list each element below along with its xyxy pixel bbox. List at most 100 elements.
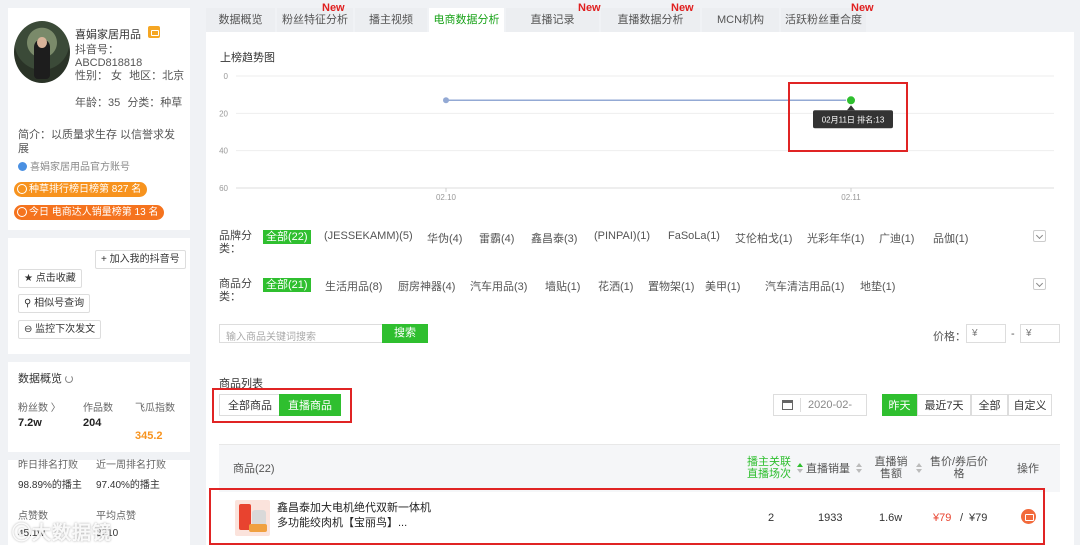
product-filter-item-0[interactable]: 全部(21) xyxy=(263,278,311,292)
favorite-button[interactable]: ★ 点击收藏 xyxy=(18,269,82,288)
monitor-button[interactable]: ⊖ 监控下次发文 xyxy=(18,320,102,339)
price-min-input[interactable]: ¥ xyxy=(966,324,1006,343)
watermark-logo-icon: ⓒ xyxy=(12,523,33,544)
seg-live-products[interactable]: 直播商品 xyxy=(279,394,341,416)
brand-filter-item-3[interactable]: 雷霸(4) xyxy=(479,230,514,246)
price-slash: / xyxy=(960,512,964,524)
sort-desc-icon[interactable] xyxy=(916,469,922,473)
tab-0[interactable]: 数据概览 xyxy=(206,8,275,32)
col-live-amount[interactable]: 直播销售额 xyxy=(870,456,912,480)
profile-panel: 喜娟家居用品 抖音号： ABCD818818 性别： 女 地区：北京 年龄：35… xyxy=(8,8,190,545)
date-value: 2020-02- xyxy=(808,399,853,411)
table-row[interactable]: 鑫昌泰加大电机绝代双新一体机 多功能绞肉机【宝丽鸟】... 2 1933 1.6… xyxy=(219,492,1060,545)
tooltip-arrow xyxy=(847,105,855,111)
product-filter-label: 商品分类： xyxy=(219,278,252,303)
brand-filter-item-4[interactable]: 鑫昌泰(3) xyxy=(531,230,577,246)
brand-filter-item-8[interactable]: 光彩年华(1) xyxy=(807,230,864,246)
profile-category: 分类：种草 xyxy=(127,97,183,109)
search-input[interactable]: 输入商品关键词搜索 xyxy=(219,324,383,343)
beat-day-label: 昨日排名打败 xyxy=(18,460,78,471)
rank-badge-grass[interactable]: 种草排行榜日榜第 827 名 xyxy=(14,182,148,197)
sort-asc-icon[interactable] xyxy=(856,463,862,467)
range-button-0[interactable]: 昨天 xyxy=(882,394,917,416)
refresh-icon[interactable] xyxy=(65,375,73,383)
col-live-sales[interactable]: 直播销量 xyxy=(796,463,860,475)
product-name[interactable]: 鑫昌泰加大电机绝代双新一体机 多功能绞肉机【宝丽鸟】... xyxy=(277,501,437,531)
trend-chart: 0 20 40 60 02.10 02.11 02月11日 排名:13 xyxy=(219,72,1054,202)
product-filter-item-5[interactable]: 花洒(1) xyxy=(598,278,633,294)
product-list-title: 商品列表 xyxy=(219,378,263,390)
table-header: 商品(22) 播主关联直播场次 直播销量 直播销售额 售价/券后价格 操作 xyxy=(219,444,1060,492)
product-expand-icon[interactable] xyxy=(1033,278,1046,290)
sort-desc-icon[interactable] xyxy=(856,469,862,473)
data-point xyxy=(846,95,856,106)
beat-day-value: 98.89%的播主 xyxy=(18,480,82,491)
product-filter-row: 商品分类： 全部(21) 生活用品(8) 厨房神器(4) 汽车用品(3) 墙贴(1) 花洒… xyxy=(219,278,1060,308)
price-dash: - xyxy=(1011,328,1015,340)
profile-gender: 性别： 女 xyxy=(75,70,123,82)
rank-badge-ecommerce[interactable]: 今日 电商达人销量榜第 13 名 xyxy=(14,205,165,220)
profile-id: ABCD818818 xyxy=(75,57,143,69)
profile-name: 喜娟家居用品 xyxy=(75,29,141,41)
date-picker[interactable]: 2020-02- xyxy=(773,394,867,416)
tab-3[interactable]: 电商数据分析 xyxy=(429,8,504,32)
product-filter-item-7[interactable]: 美甲(1) xyxy=(705,278,740,294)
brand-filter-item-9[interactable]: 广迪(1) xyxy=(879,230,914,246)
profile-id-label: 抖音号： xyxy=(75,44,119,56)
tooltip-text: 02月11日 排名:13 xyxy=(822,114,885,124)
product-filter-item-6[interactable]: 置物架(1) xyxy=(648,278,694,294)
seg-all-products[interactable]: 全部商品 xyxy=(219,394,281,416)
product-filter-item-9[interactable]: 地垫(1) xyxy=(860,278,895,294)
brand-filter-label: 品牌分类： xyxy=(219,230,252,255)
product-filter-item-4[interactable]: 墙贴(1) xyxy=(545,278,580,294)
brand-filter-item-5[interactable]: (PINPAI)(1) xyxy=(594,230,650,242)
brand-filter-item-6[interactable]: FaSoLa(1) xyxy=(668,230,720,242)
works-label: 作品数 xyxy=(83,403,113,414)
range-button-2[interactable]: 全部 xyxy=(971,394,1008,416)
brand-filter-item-7[interactable]: 艾伦柏戈(1) xyxy=(735,230,792,246)
brand-filter-item-10[interactable]: 品伽(1) xyxy=(933,230,968,246)
shop-action-icon[interactable] xyxy=(1021,509,1036,524)
new-badge: New xyxy=(322,2,345,14)
add-my-button[interactable]: + 加入我的抖音号 xyxy=(95,250,186,269)
range-button-3[interactable]: 自定义 xyxy=(1008,394,1052,416)
x-tick-label: 02.11 xyxy=(841,193,861,202)
brand-expand-icon[interactable] xyxy=(1033,230,1046,242)
product-filter-item-2[interactable]: 厨房神器(4) xyxy=(398,278,455,294)
price-max-input[interactable]: ¥ xyxy=(1020,324,1060,343)
tab-6[interactable]: MCN机构 xyxy=(702,8,779,32)
related-sessions: 2 xyxy=(768,512,775,524)
verified-icon xyxy=(18,162,27,171)
brand-filter-item-0[interactable]: 全部(22) xyxy=(263,230,311,244)
product-filter-item-3[interactable]: 汽车用品(3) xyxy=(470,278,527,294)
fans-label[interactable]: 粉丝数 〉 xyxy=(18,403,61,415)
new-badge: New xyxy=(578,2,601,14)
main-panel: 上榜趋势图 0 20 40 60 02.10 02.11 02月11日 排名:13 品牌分类… xyxy=(206,32,1074,545)
live-amount: 1.6w xyxy=(879,512,903,524)
divider xyxy=(8,230,190,238)
profile-intro: 简介：以质量求生存 以信誉求发展 xyxy=(18,129,176,155)
search-button[interactable]: 搜索 xyxy=(382,324,428,343)
tab-2[interactable]: 播主视频 xyxy=(355,8,427,32)
live-sales: 1933 xyxy=(818,512,843,524)
similar-search-button[interactable]: ⚲ 相似号查询 xyxy=(18,294,91,313)
price-value: ¥79 xyxy=(933,512,952,524)
brand-filter-item-1[interactable]: (JESSEKAMM)(5) xyxy=(324,230,413,242)
col-price: 售价/券后价格 xyxy=(929,456,989,480)
y-tick-label: 0 xyxy=(224,72,229,81)
product-thumbnail[interactable] xyxy=(235,500,270,536)
range-button-1[interactable]: 最近7天 xyxy=(917,394,971,416)
coupon-price: ¥79 xyxy=(969,512,988,524)
col-related-sessions[interactable]: 播主关联直播场次 xyxy=(742,456,796,480)
profile-age-category: 年龄：35 分类：种草 xyxy=(75,97,185,110)
profile-region: 地区：北京 xyxy=(129,70,185,82)
avatar[interactable] xyxy=(14,21,70,83)
index-value: 345.2 xyxy=(135,430,163,442)
product-filter-item-8[interactable]: 汽车清洁用品(1) xyxy=(765,278,844,294)
brand-filter-item-2[interactable]: 华伪(4) xyxy=(427,230,462,246)
sort-asc-icon[interactable] xyxy=(916,463,922,467)
price-label: 价格： xyxy=(933,331,966,343)
rank-icon xyxy=(17,184,27,194)
data-point xyxy=(443,97,449,104)
product-filter-item-1[interactable]: 生活用品(8) xyxy=(325,278,382,294)
